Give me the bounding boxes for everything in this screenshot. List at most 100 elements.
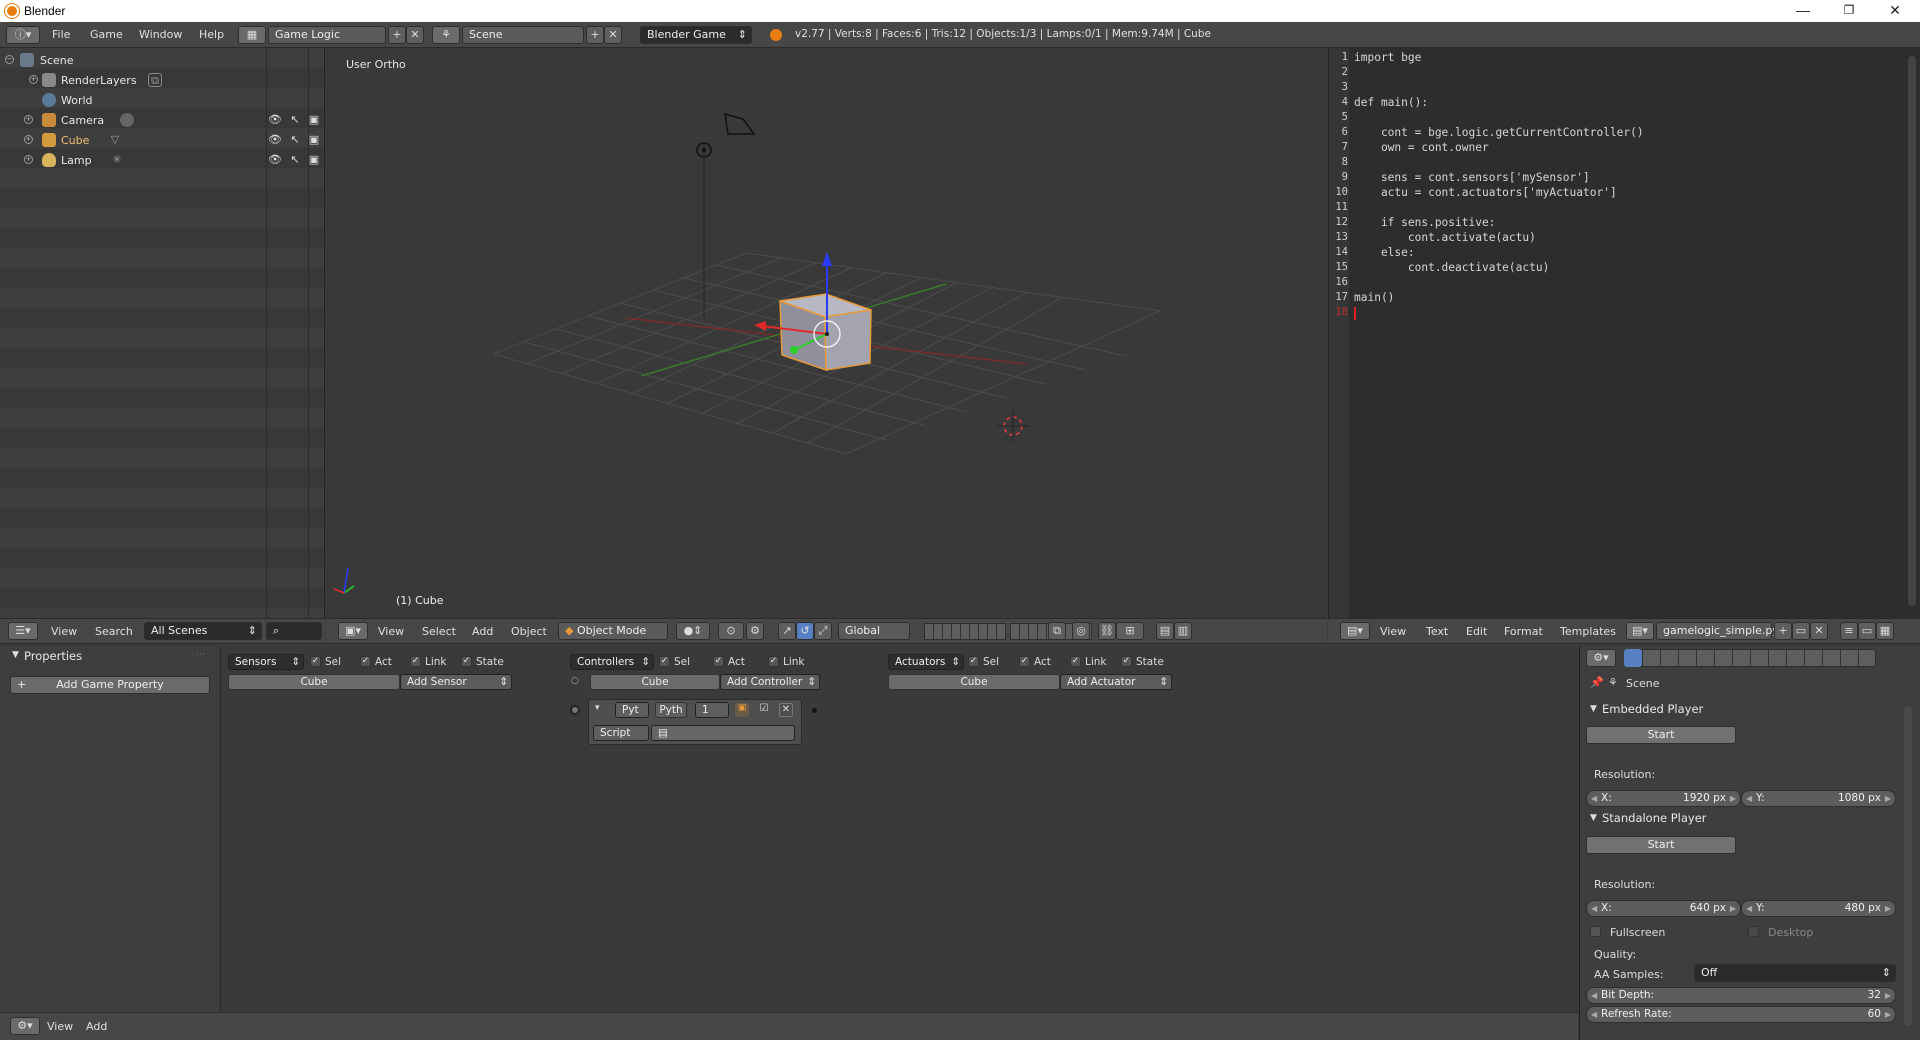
gizmo-x-arrow-icon[interactable] — [754, 321, 766, 331]
remove-screen-icon[interactable]: ✕ — [406, 26, 424, 44]
scene-field[interactable]: Scene — [462, 26, 584, 44]
controller-output-socket[interactable] — [812, 708, 817, 713]
mode-dropdown[interactable]: ◆ Object Mode — [558, 622, 668, 640]
selectable-cursor-icon[interactable]: ↖ — [288, 153, 302, 167]
restore-button[interactable]: ❐ — [1826, 0, 1872, 22]
menu-help[interactable]: Help — [199, 28, 224, 41]
remove-scene-icon[interactable]: ✕ — [604, 26, 622, 44]
add-game-property-button[interactable]: + Add Game Property — [10, 676, 210, 694]
increment-arrow-icon[interactable]: ▶ — [1885, 791, 1891, 806]
add-actuator-dropdown[interactable]: Add Actuator ⇕ — [1060, 674, 1172, 690]
logic-editor[interactable]: Sensors ⇕ ✓ Sel ✓ Act ✓ Link ✓ State Cube… — [0, 646, 1578, 1012]
embedded-start-button[interactable]: Start — [1586, 726, 1736, 744]
editor-type-info-icon[interactable]: ⓘ▾ — [6, 26, 40, 44]
panel-collapse-icon[interactable]: ▼ — [12, 650, 19, 660]
actuator-sel-checkbox[interactable]: ✓ — [968, 656, 979, 667]
aa-samples-dropdown[interactable]: Off ⇕ — [1694, 964, 1896, 982]
properties-scrollbar[interactable] — [1904, 706, 1912, 1026]
outliner-row-cube[interactable]: + Cube ▽ 👁 ↖ ▣ — [0, 130, 325, 150]
render-animation-icon[interactable]: ▥ — [1174, 622, 1192, 640]
rotate-manipulator-icon[interactable]: ↺ — [796, 622, 814, 640]
editor-type-properties-icon[interactable]: ⚙▾ — [1586, 649, 1616, 667]
add-scene-icon[interactable]: + — [586, 26, 604, 44]
snap-toggle-icon[interactable]: ⛓ — [1098, 622, 1116, 640]
line-numbers-toggle-icon[interactable]: ≡ — [1840, 622, 1858, 640]
add-controller-dropdown[interactable]: Add Controller ⇕ — [720, 674, 820, 690]
unlink-text-icon[interactable]: ✕ — [1810, 622, 1828, 640]
sensors-dropdown[interactable]: Sensors ⇕ — [228, 654, 304, 670]
render-preview-icon[interactable]: ▤ — [1156, 622, 1174, 640]
minimize-button[interactable]: — — [1780, 0, 1826, 22]
text-scrollbar[interactable] — [1908, 56, 1916, 606]
text-menu-view[interactable]: View — [1380, 625, 1406, 638]
text-menu-templates[interactable]: Templates — [1560, 625, 1616, 638]
editor-type-text-icon[interactable]: ▤▾ — [1340, 622, 1370, 640]
menu-file[interactable]: File — [52, 28, 70, 41]
controller-object-cube[interactable]: Cube — [590, 674, 720, 690]
camera-object-icon[interactable] — [724, 112, 756, 135]
collapse-icon[interactable]: − — [5, 55, 14, 64]
logic-menu-add[interactable]: Add — [86, 1020, 107, 1033]
add-screen-icon[interactable]: + — [388, 26, 406, 44]
controller-active-checkbox[interactable]: ☑ — [757, 703, 771, 717]
layer-buttons[interactable] — [924, 623, 1006, 640]
controller-mode-dropdown[interactable]: Script — [593, 725, 649, 741]
outliner-filter-dropdown[interactable]: All Scenes ⇕ — [144, 622, 262, 640]
proportional-edit-icon[interactable]: ◎ — [1072, 622, 1090, 640]
controller-state-dropdown[interactable]: 1 — [695, 702, 729, 718]
3d-menu-object[interactable]: Object — [511, 625, 547, 638]
outliner-menu-view[interactable]: View — [51, 625, 77, 638]
controller-input-socket[interactable] — [570, 705, 580, 715]
outliner-row-world[interactable]: World — [0, 90, 325, 110]
outliner-row-lamp[interactable]: + Lamp ✳ 👁 ↖ ▣ — [0, 150, 325, 170]
desktop-checkbox[interactable] — [1748, 926, 1759, 937]
bit-depth-field[interactable]: ◀ Bit Depth: 32 ▶ — [1586, 987, 1896, 1004]
decrement-arrow-icon[interactable]: ◀ — [1591, 988, 1597, 1003]
render-camera-icon[interactable]: ▣ — [307, 133, 321, 147]
increment-arrow-icon[interactable]: ▶ — [1885, 988, 1891, 1003]
text-menu-format[interactable]: Format — [1504, 625, 1543, 638]
embedded-resolution-y[interactable]: ◀ Y: 1080 px ▶ — [1741, 790, 1896, 807]
gizmo-z-arrow-icon[interactable] — [822, 252, 832, 266]
outliner-row-renderlayers[interactable]: + RenderLayers ⧉ — [0, 70, 325, 90]
panel-collapse-icon[interactable]: ▼ — [1590, 704, 1597, 714]
increment-arrow-icon[interactable]: ▶ — [1885, 1007, 1891, 1022]
actuator-act-checkbox[interactable]: ✓ — [1019, 656, 1030, 667]
menu-game[interactable]: Game — [90, 28, 123, 41]
menu-window[interactable]: Window — [139, 28, 182, 41]
sensor-object-cube[interactable]: Cube — [228, 674, 400, 690]
scale-manipulator-icon[interactable]: ⤢ — [814, 622, 832, 640]
outliner-search-input[interactable]: ⌕ — [266, 622, 322, 640]
manipulator-toggle-icon[interactable]: ⚙ — [746, 622, 764, 640]
3d-viewport[interactable]: User Ortho (1) Cube — [326, 48, 1327, 618]
refresh-rate-field[interactable]: ◀ Refresh Rate: 60 ▶ — [1586, 1006, 1896, 1023]
pin-icon[interactable]: 📌 — [1590, 676, 1604, 689]
sensor-sel-checkbox[interactable]: ✓ — [310, 656, 321, 667]
cube-right-face[interactable] — [824, 309, 872, 371]
close-button[interactable]: ✕ — [1872, 0, 1918, 22]
expand-icon[interactable]: + — [24, 135, 33, 144]
snap-element-icon[interactable]: ⊞ — [1116, 622, 1144, 640]
outliner-row-camera[interactable]: + Camera 👁 ↖ ▣ — [0, 110, 325, 130]
outliner-row-scene[interactable]: − Scene — [0, 50, 325, 70]
sensor-state-checkbox[interactable]: ✓ — [461, 656, 472, 667]
expand-icon[interactable]: + — [24, 115, 33, 124]
properties-context-tabs[interactable] — [1624, 649, 1876, 667]
embedded-resolution-x[interactable]: ◀ X: 1920 px ▶ — [1586, 790, 1741, 807]
screen-layout-field[interactable]: Game Logic — [268, 26, 386, 44]
increment-arrow-icon[interactable]: ▶ — [1730, 901, 1736, 916]
controller-remove-icon[interactable]: ✕ — [779, 703, 793, 717]
translate-manipulator-icon[interactable]: ↗ — [778, 622, 796, 640]
panel-collapse-icon[interactable]: ▼ — [1590, 813, 1597, 823]
controller-link-checkbox[interactable]: ✓ — [768, 656, 779, 667]
increment-arrow-icon[interactable]: ▶ — [1885, 901, 1891, 916]
actuators-dropdown[interactable]: Actuators ⇕ — [888, 654, 964, 670]
controller-type-dropdown[interactable]: Pyt — [615, 702, 649, 718]
3d-menu-add[interactable]: Add — [472, 625, 493, 638]
lock-layers-icon[interactable]: ⧉ — [1048, 622, 1066, 640]
render-engine-dropdown[interactable]: Blender Game ⇕ — [640, 26, 752, 44]
render-camera-icon[interactable]: ▣ — [307, 113, 321, 127]
3d-menu-select[interactable]: Select — [422, 625, 456, 638]
decrement-arrow-icon[interactable]: ◀ — [1591, 1007, 1597, 1022]
controllers-dropdown[interactable]: Controllers ⇕ — [570, 654, 654, 670]
